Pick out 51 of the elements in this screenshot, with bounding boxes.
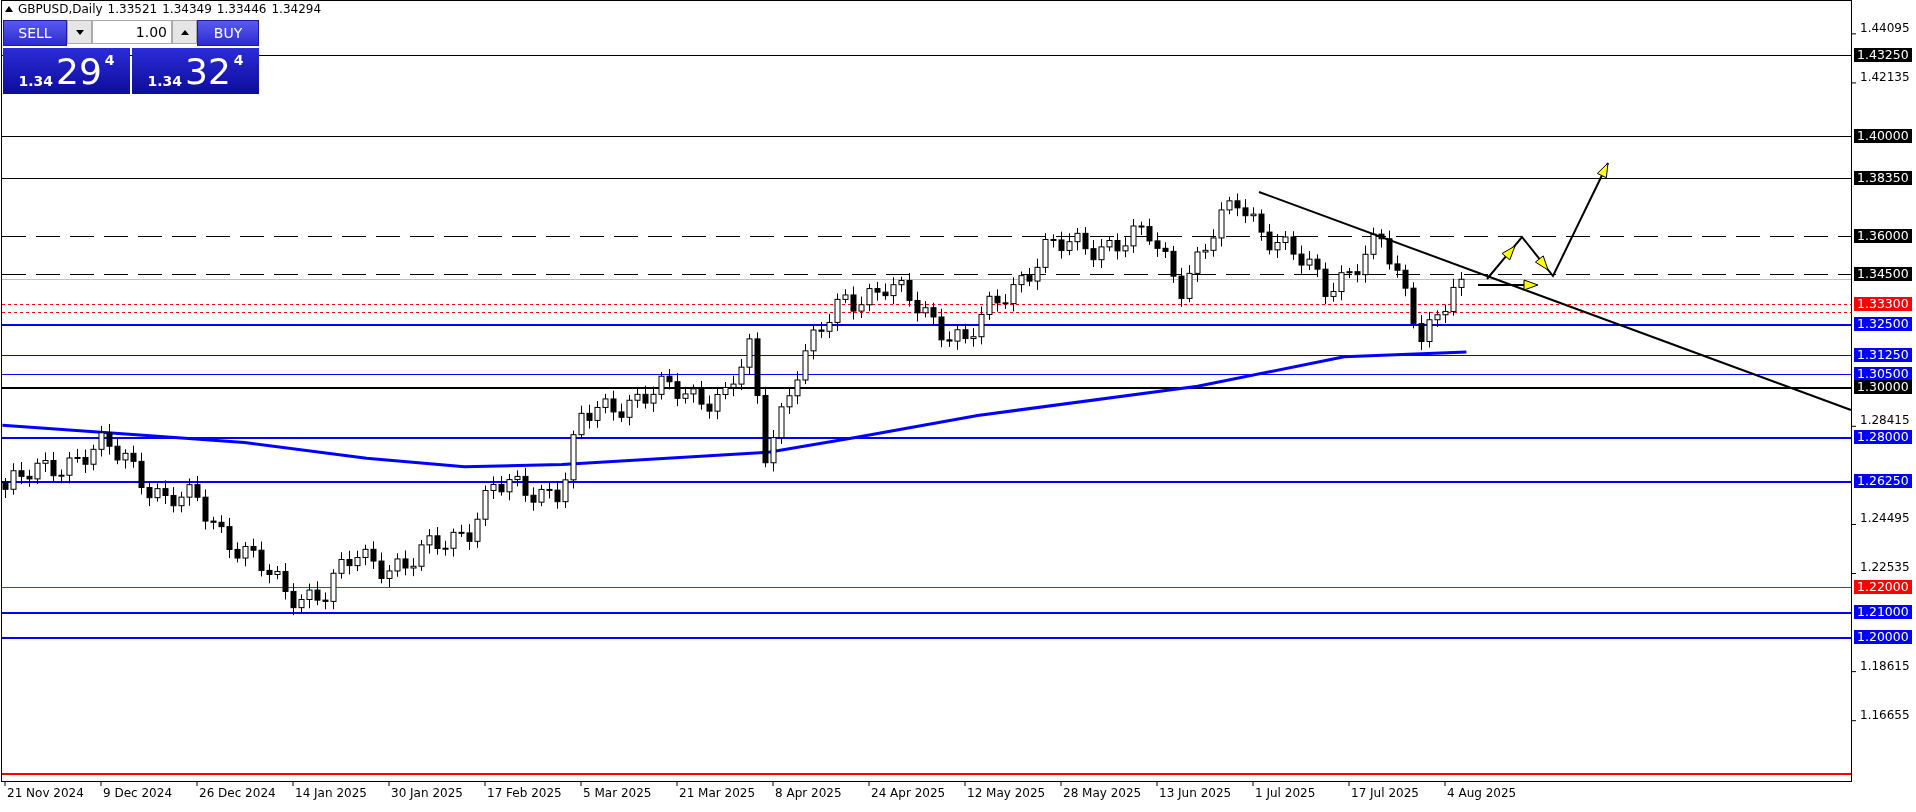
price-value: 1.33521 [107,2,158,16]
date-label: 9 Dec 2024 [103,786,173,800]
sell-button[interactable]: SELL [3,20,67,46]
price-label: 1.21000 [1854,605,1912,619]
date-label: 1 Jul 2025 [1255,786,1316,800]
date-label: 24 Apr 2025 [871,786,946,800]
price-value: 1.34349 [162,2,212,16]
symbol-title: GBPUSD,Daily [18,2,103,16]
date-label: 5 Mar 2025 [583,786,652,800]
date-label: 30 Jan 2025 [391,786,463,800]
price-label: 1.30000 [1854,380,1912,394]
axis-tick-label: 1.24495 [1860,512,1910,526]
price-label: 1.32500 [1854,317,1912,331]
axis-tick-label: 1.28415 [1860,414,1910,428]
lot-size-field[interactable]: 1.00 [92,20,172,44]
date-label: 21 Mar 2025 [679,786,756,800]
axis-tick-label: 1.44095 [1860,21,1910,35]
axis-tick-label: 1.22535 [1860,561,1910,575]
buy-button[interactable]: BUY [197,20,259,46]
date-label: 17 Jul 2025 [1351,786,1419,800]
axis-tick-label: 1.16655 [1860,708,1910,722]
down-triangle-icon [75,29,84,35]
price-label: 1.26250 [1854,474,1912,488]
date-label: 17 Feb 2025 [487,786,562,800]
axis-tick-label: 1.18615 [1860,659,1910,673]
price-label: 1.30500 [1854,367,1912,381]
date-label: 4 Aug 2025 [1447,786,1517,800]
increase-button[interactable] [172,20,197,44]
decrease-button[interactable] [67,20,92,44]
price-label: 1.20000 [1854,630,1912,644]
price-label: 1.22000 [1854,580,1912,594]
axis-tick-label: 1.42135 [1860,70,1910,84]
date-label: 26 Dec 2024 [199,786,276,800]
date-label: 8 Apr 2025 [775,786,842,800]
price-value: 1.33446 [216,2,267,16]
date-label: 21 Nov 2024 [7,786,84,800]
price-value: 1.34294 [271,2,322,16]
date-label: 28 May 2025 [1063,786,1142,800]
date-label: 13 Jun 2025 [1159,786,1232,800]
date-label: 14 Jan 2025 [295,786,367,800]
price-label: 1.28000 [1854,430,1912,444]
price-label: 1.33300 [1854,297,1912,311]
price-label: 1.38350 [1854,171,1912,185]
triangle-icon[interactable] [5,6,13,12]
price-label: 1.43250 [1854,48,1912,62]
price-label: 1.31250 [1854,348,1912,362]
price-label: 1.34500 [1854,267,1912,281]
up-triangle-icon [180,29,189,35]
date-label: 12 May 2025 [967,786,1046,800]
price-label: 1.40000 [1854,129,1912,143]
price-label: 1.36000 [1854,229,1912,243]
